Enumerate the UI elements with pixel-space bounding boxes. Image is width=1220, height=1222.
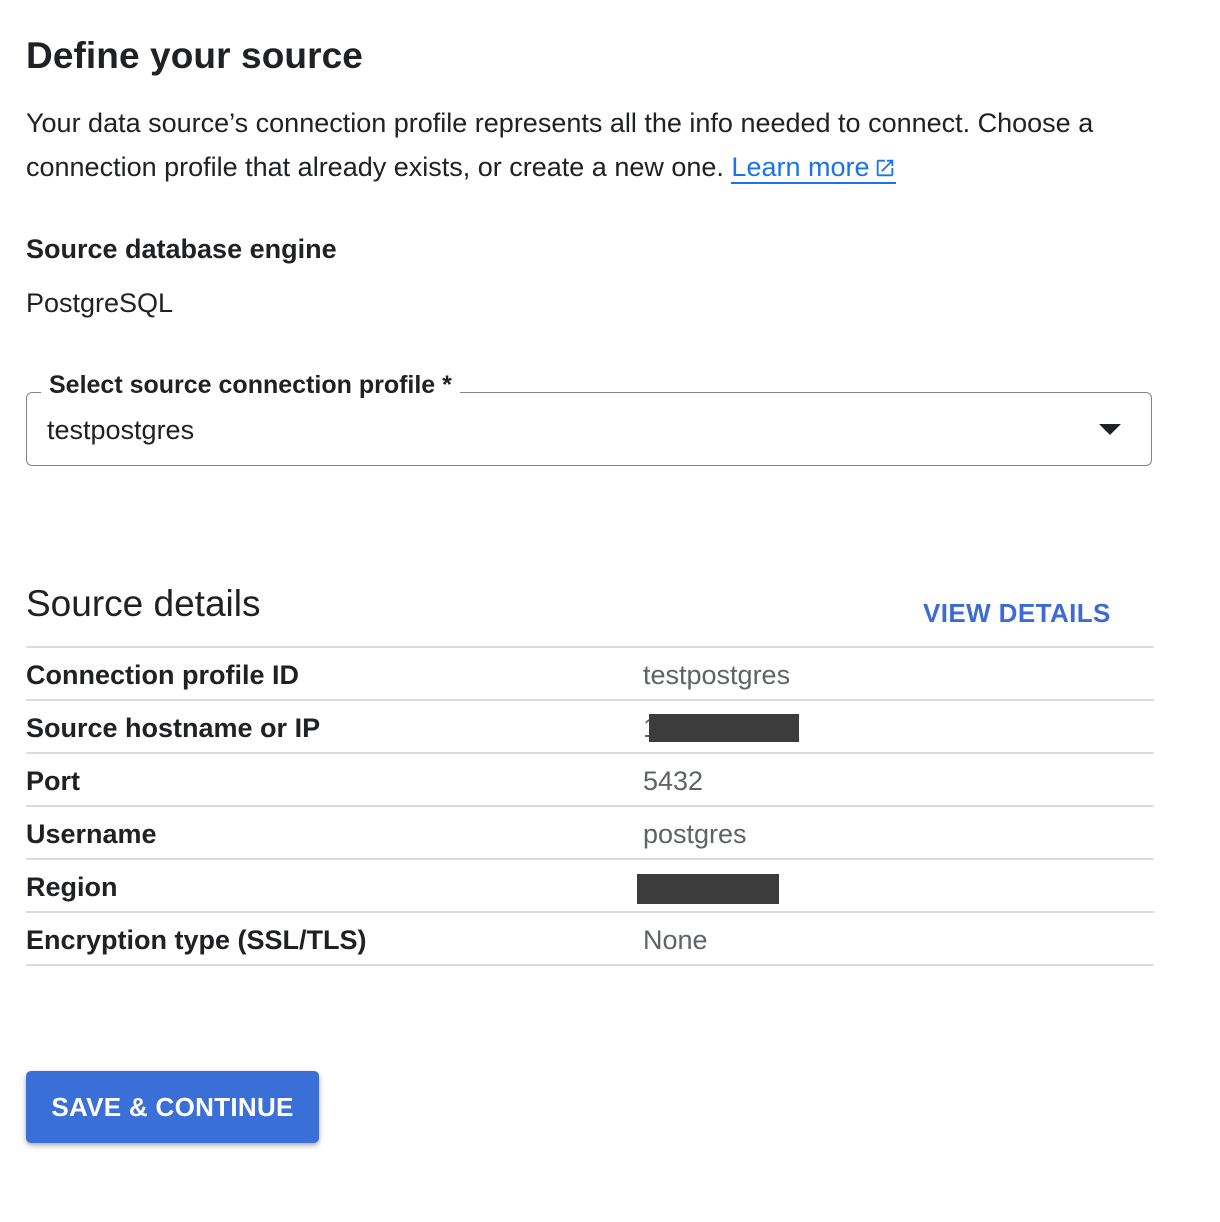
engine-value: PostgreSQL	[26, 288, 174, 318]
table-row: Username postgres	[26, 807, 1154, 860]
engine-label: Source database engine	[26, 234, 337, 264]
view-details-button[interactable]: VIEW DETAILS	[923, 596, 1111, 630]
learn-more-link[interactable]: Learn more	[731, 152, 896, 184]
select-label: Select source connection profile *	[41, 368, 460, 402]
table-row: Encryption type (SSL/TLS) None	[26, 913, 1154, 966]
description-text: Your data source’s connection profile re…	[26, 108, 1094, 182]
select-value: testpostgres	[47, 415, 195, 445]
row-key: Connection profile ID	[26, 660, 299, 690]
page-description: Your data source’s connection profile re…	[26, 101, 1166, 192]
row-key: Username	[26, 819, 157, 849]
row-key: Region	[26, 872, 118, 902]
row-value: 5432	[643, 766, 704, 796]
save-continue-button[interactable]: SAVE & CONTINUE	[26, 1071, 319, 1143]
dropdown-arrow-icon[interactable]	[1099, 424, 1121, 435]
learn-more-label: Learn more	[731, 152, 870, 182]
row-key: Port	[26, 766, 80, 796]
row-key: Source hostname or IP	[26, 713, 321, 743]
connection-profile-select[interactable]: Select source connection profile * testp…	[26, 368, 1152, 466]
table-row: Source hostname or IP 1	[26, 701, 1154, 754]
table-row: Region	[26, 860, 1154, 913]
page-title: Define your source	[26, 35, 363, 76]
table-row: Port 5432	[26, 754, 1154, 807]
table-row: Connection profile ID testpostgres	[26, 648, 1154, 701]
row-key: Encryption type (SSL/TLS)	[26, 925, 367, 955]
open-in-new-icon	[874, 148, 896, 192]
row-value: postgres	[643, 819, 747, 849]
redaction-block	[637, 874, 779, 904]
redaction-block	[649, 714, 799, 742]
source-details-title: Source details	[26, 583, 261, 624]
row-value: testpostgres	[643, 660, 791, 690]
row-value: None	[643, 925, 708, 955]
source-details-table: Connection profile ID testpostgres Sourc…	[26, 646, 1154, 966]
